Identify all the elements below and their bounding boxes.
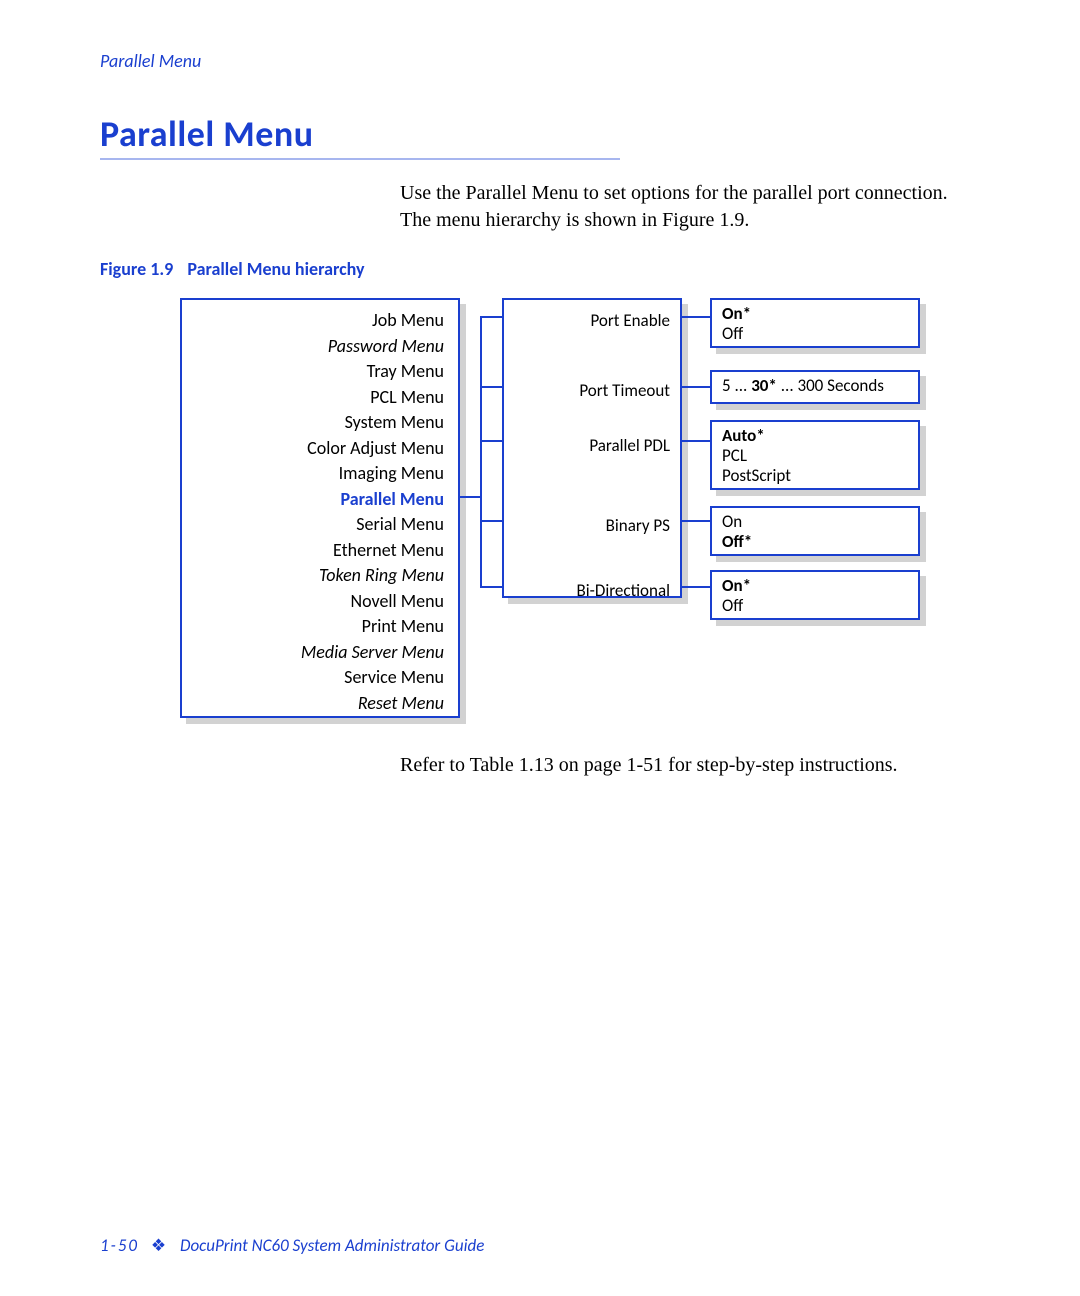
connector-line [480, 316, 502, 318]
figure-caption: Figure 1.9 Parallel Menu hierarchy [100, 258, 980, 280]
option-value: 5 ... 30* ... 300 Seconds [722, 376, 908, 396]
menu-item: System Menu [196, 410, 444, 436]
figure-number: Figure 1.9 [100, 258, 173, 280]
connector-line [480, 386, 502, 388]
connector-line [682, 586, 710, 588]
option-value: Off [722, 324, 908, 344]
menu-item: Parallel Menu [196, 487, 444, 513]
connector-line [682, 316, 710, 318]
menu-item: Password Menu [196, 334, 444, 360]
menu-item: Serial Menu [196, 512, 444, 538]
connector-line [682, 520, 710, 522]
option-value: PCL [722, 446, 908, 466]
outro-paragraph: Refer to Table 1.13 on page 1-51 for ste… [400, 752, 960, 779]
option-value: Off* [722, 532, 908, 552]
menu-item: Tray Menu [196, 359, 444, 385]
page-title: Parallel Menu [100, 112, 980, 156]
option-value: On [722, 512, 908, 532]
diamond-icon: ❖ [151, 1235, 166, 1256]
running-head: Parallel Menu [100, 50, 980, 72]
option-box: OnOff* [710, 506, 920, 556]
main-menu-box: Job MenuPassword MenuTray MenuPCL MenuSy… [180, 298, 460, 718]
connector-line [682, 440, 710, 442]
menu-item: Job Menu [196, 308, 444, 334]
figure-title: Parallel Menu hierarchy [187, 258, 364, 280]
menu-item: Token Ring Menu [196, 563, 444, 589]
submenu-item: Parallel PDL [589, 435, 670, 456]
connector-line [682, 386, 710, 388]
menu-item: Color Adjust Menu [196, 436, 444, 462]
intro-paragraph: Use the Parallel Menu to set options for… [400, 180, 980, 234]
menu-item: Novell Menu [196, 589, 444, 615]
option-box: Auto*PCLPostScript [710, 420, 920, 490]
submenu-item: Bi-Directional [577, 580, 670, 601]
menu-item: Media Server Menu [196, 640, 444, 666]
option-box: On*Off [710, 570, 920, 620]
option-value: On* [722, 576, 908, 596]
connector-line [480, 586, 502, 588]
menu-item: Reset Menu [196, 691, 444, 717]
menu-item: Ethernet Menu [196, 538, 444, 564]
menu-item: Service Menu [196, 665, 444, 691]
submenu-item: Binary PS [606, 515, 670, 536]
menu-hierarchy-diagram: Job MenuPassword MenuTray MenuPCL MenuSy… [100, 298, 980, 728]
submenu-item: Port Timeout [579, 380, 670, 401]
connector-line [480, 520, 502, 522]
submenu-box: Port Enable Port Timeout Parallel PDL Binar… [502, 298, 682, 598]
connector-line [460, 496, 480, 498]
connector-line [480, 440, 502, 442]
menu-item: Imaging Menu [196, 461, 444, 487]
option-box: 5 ... 30* ... 300 Seconds [710, 370, 920, 404]
menu-item: PCL Menu [196, 385, 444, 411]
option-value: Off [722, 596, 908, 616]
option-value: PostScript [722, 466, 908, 486]
menu-item: Print Menu [196, 614, 444, 640]
option-value: On* [722, 304, 908, 324]
connector-line [480, 316, 482, 588]
page-number: 1-50 [100, 1235, 139, 1256]
option-box: On*Off [710, 298, 920, 348]
footer-title: DocuPrint NC60 System Administrator Guid… [180, 1235, 484, 1256]
submenu-item: Port Enable [590, 310, 670, 331]
page-footer: 1-50 ❖ DocuPrint NC60 System Administrat… [100, 1235, 484, 1256]
option-value: Auto* [722, 426, 908, 446]
heading-rule [100, 158, 620, 160]
